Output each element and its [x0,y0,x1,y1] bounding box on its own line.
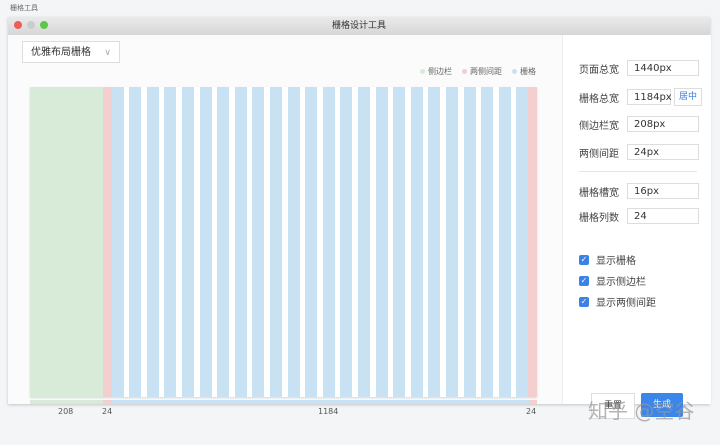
grid-column [182,87,194,397]
sidebar-area [30,87,104,397]
grid-column [445,87,458,397]
watermark: 知乎 @空谷 [588,399,695,423]
minimize-icon[interactable] [27,21,35,29]
show-margin-label: 显示两侧间距 [596,298,656,309]
margin-right-area [528,87,537,397]
grid-column [393,87,406,397]
legend-margin: 两侧间距 [462,66,502,77]
grid-canvas [30,87,537,397]
page-width-input[interactable]: 1440px [627,60,699,76]
close-icon[interactable] [14,21,22,29]
columns-row: 栅格列数 24 [579,208,699,224]
sidebar-width-input[interactable]: 208px [627,116,699,132]
show-grid-checkbox[interactable]: ✓ 显示栅格 [579,252,636,267]
window-title: 栅格设计工具 [331,21,386,31]
sidebar-width-label-text: 侧边栏宽 [579,120,619,132]
preset-select[interactable]: 优雅布局栅格 ∨ [22,41,120,63]
margin-right-label: 24 [526,407,537,416]
show-margin-checkbox[interactable]: ✓ 显示两侧间距 [579,294,656,309]
page-width-label: 页面总宽 [579,64,619,76]
margin-left-area [103,87,112,397]
grid-bar [111,400,529,404]
margin-input[interactable]: 24px [627,144,699,160]
margin-left-label: 24 [102,407,113,416]
grid-width-input[interactable]: 1184px [627,89,672,105]
grid-column [481,87,494,397]
grid-column [234,87,247,397]
legend-sidebar: 侧边栏 [420,66,452,77]
grid-column [463,87,476,397]
grid-column [305,87,318,397]
grid-column [498,87,511,397]
grid-width-label: 1184 [318,407,339,416]
checkmark-icon: ✓ [579,296,589,307]
gutter-input[interactable]: 16px [627,183,699,199]
gutter-label: 栅格槽宽 [579,187,619,199]
grid-column [111,87,124,397]
grid-column [146,87,159,397]
app-title: 栅格工具 [10,4,38,12]
grid-column [252,87,265,397]
show-sidebar-checkbox[interactable]: ✓ 显示侧边栏 [579,273,646,288]
grid-column [129,87,142,397]
settings-panel: 页面总宽 1440px 栅格总宽 1184px 居中 侧边栏宽 208px 两侧间距 24… [562,35,711,419]
grid-column [199,87,212,397]
chevron-down-icon: ∨ [104,48,111,58]
grid-column [428,87,441,397]
grid-column [357,87,370,397]
grid-column [270,87,282,397]
center-button[interactable]: 居中 [674,88,703,106]
sidebar-bar [30,400,104,404]
sidebar-width-row: 侧边栏宽 208px [579,116,699,132]
preset-value: 优雅布局栅格 [31,47,91,58]
margin-row: 两侧间距 24px [579,144,699,160]
columns-input[interactable]: 24 [627,208,699,224]
gutter-row: 栅格槽宽 16px [579,183,699,199]
show-sidebar-label: 显示侧边栏 [596,277,646,288]
dimension-bar [30,400,537,404]
grid-column [217,87,230,397]
title-bar: 栅格设计工具 [8,17,710,35]
grid-column [287,87,300,397]
maximize-icon[interactable] [40,21,48,29]
grid-column [410,87,423,397]
margin-right-bar [528,400,537,404]
checkmark-icon: ✓ [579,254,589,265]
page-width-row: 页面总宽 1440px [579,60,699,76]
checkmark-icon: ✓ [579,275,589,286]
margin-left-bar [103,400,112,404]
show-grid-label: 显示栅格 [596,256,636,267]
grid-column [322,87,335,397]
grid-column [375,87,388,397]
legend: 侧边栏 两侧间距 栅格 [420,66,536,77]
grid-column [164,87,177,397]
columns-label: 栅格列数 [579,212,619,224]
divider [579,171,697,172]
grid-width-label: 栅格总宽 [579,93,619,105]
legend-grid: 栅格 [512,66,536,77]
sidebar-width-label: 208 [58,407,74,416]
grid-column [340,87,353,397]
grid-column [516,87,529,397]
margin-label: 两侧间距 [579,148,619,160]
grid-width-row: 栅格总宽 1184px 居中 [579,88,703,106]
